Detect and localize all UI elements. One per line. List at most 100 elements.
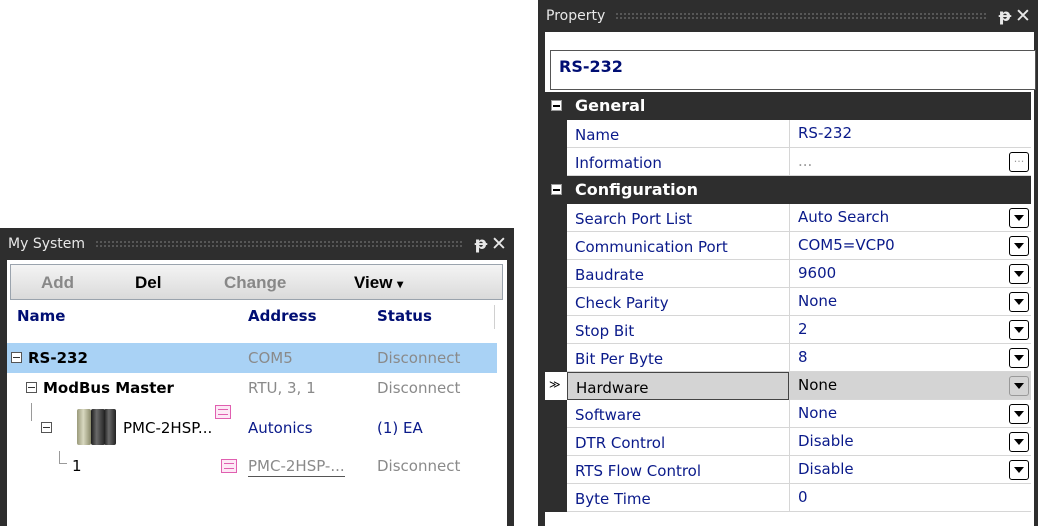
add-button[interactable]: Add — [41, 273, 74, 293]
property-value[interactable]: COM5=VCP0 — [789, 232, 1031, 260]
view-button[interactable]: View ▾ — [354, 273, 403, 293]
property-name: Communication Port — [567, 232, 789, 260]
row-margin — [545, 316, 567, 344]
property-row-byte-time[interactable]: Byte Time 0 — [545, 484, 1031, 512]
row-marker: ≫ — [545, 372, 567, 400]
device-block — [77, 409, 91, 445]
property-name: Byte Time — [567, 484, 789, 512]
collapse-icon[interactable] — [551, 184, 562, 195]
tree-row-rs232[interactable]: RS-232 COM5 Disconnect — [7, 343, 497, 373]
property-row-baudrate[interactable]: Baudrate 9600 — [545, 260, 1031, 288]
selected-object-name: RS-232 — [550, 50, 1036, 90]
tree-row-pmc-device[interactable]: PMC-2HSP... Autonics (1) EA — [7, 403, 497, 451]
property-name: Information — [567, 148, 789, 176]
dropdown-arrow-icon[interactable] — [1009, 348, 1029, 368]
property-value[interactable]: Auto Search — [789, 204, 1031, 232]
tree-item-name: PMC-2HSP... — [123, 419, 213, 437]
property-row-information[interactable]: Information ... ... — [545, 148, 1031, 176]
property-row-search-port-list[interactable]: Search Port List Auto Search — [545, 204, 1031, 232]
titlebar-grip — [615, 12, 986, 20]
tree-line — [59, 451, 60, 463]
column-separator — [494, 305, 495, 329]
pin-icon[interactable]: ᵽ — [996, 6, 1014, 26]
dropdown-arrow-icon[interactable] — [1009, 376, 1029, 396]
property-value-text: COM5=VCP0 — [798, 236, 895, 254]
property-name: Hardware — [567, 372, 789, 400]
tree-item-name: RS-232 — [28, 349, 88, 367]
ellipsis-button[interactable]: ... — [1009, 152, 1029, 172]
property-value[interactable]: None — [789, 372, 1031, 400]
dropdown-arrow-icon[interactable] — [1009, 404, 1029, 424]
row-margin — [545, 428, 567, 456]
collapse-icon[interactable] — [41, 422, 52, 433]
category-label: General — [567, 92, 1031, 120]
property-value[interactable]: None — [789, 288, 1031, 316]
row-margin — [545, 260, 567, 288]
property-value-text: 9600 — [798, 264, 837, 282]
dropdown-arrow-icon[interactable] — [1009, 320, 1029, 340]
property-name: Baudrate — [567, 260, 789, 288]
property-value[interactable]: 0 — [789, 484, 1031, 512]
dropdown-arrow-icon[interactable] — [1009, 264, 1029, 284]
property-value[interactable]: 2 — [789, 316, 1031, 344]
row-margin — [545, 176, 567, 204]
my-system-content: Add Del Change View ▾ Name Address Statu… — [7, 260, 507, 526]
collapse-icon[interactable] — [26, 382, 37, 393]
property-name: Software — [567, 400, 789, 428]
property-value[interactable]: Disable — [789, 428, 1031, 456]
property-value-text: Disable — [798, 460, 854, 478]
collapse-icon[interactable] — [11, 352, 22, 363]
category-general[interactable]: General — [545, 92, 1031, 120]
property-value[interactable]: 9600 — [789, 260, 1031, 288]
property-name: Stop Bit — [567, 316, 789, 344]
property-row-communication-port[interactable]: Communication Port COM5=VCP0 — [545, 232, 1031, 260]
device-block — [104, 409, 116, 445]
change-button[interactable]: Change — [224, 273, 286, 293]
property-value[interactable]: 8 — [789, 344, 1031, 372]
column-address[interactable]: Address — [248, 307, 317, 325]
dropdown-arrow-icon[interactable] — [1009, 460, 1029, 480]
device-icon — [77, 405, 117, 447]
dropdown-arrow-icon[interactable] — [1009, 236, 1029, 256]
property-value[interactable]: Disable — [789, 456, 1031, 484]
property-row-software[interactable]: Software None — [545, 400, 1031, 428]
tree-item-name: 1 — [72, 457, 82, 475]
property-row-rts-flow-control[interactable]: RTS Flow Control Disable — [545, 456, 1031, 484]
property-row-stop-bit[interactable]: Stop Bit 2 — [545, 316, 1031, 344]
tree-line — [31, 403, 32, 421]
tree-item-status: Disconnect — [377, 457, 461, 475]
row-margin — [545, 344, 567, 372]
dropdown-arrow-icon[interactable] — [1009, 292, 1029, 312]
property-value[interactable]: ... ... — [789, 148, 1031, 176]
property-name: DTR Control — [567, 428, 789, 456]
tree-item-address: RTU, 3, 1 — [248, 379, 316, 397]
pin-icon[interactable]: ᵽ — [472, 234, 490, 254]
close-icon[interactable]: ✕ — [490, 233, 508, 255]
row-margin — [545, 232, 567, 260]
property-panel: Property ᵽ ✕ RS-232 General Name RS-232 … — [538, 0, 1038, 526]
my-system-titlebar[interactable]: My System ᵽ ✕ — [0, 228, 514, 260]
row-margin — [545, 288, 567, 316]
property-row-check-parity[interactable]: Check Parity None — [545, 288, 1031, 316]
collapse-icon[interactable] — [551, 100, 562, 111]
tree-row-axis-1[interactable]: 1 PMC-2HSP-... Disconnect — [7, 451, 497, 481]
del-button[interactable]: Del — [135, 273, 161, 293]
column-name[interactable]: Name — [17, 307, 65, 325]
close-icon[interactable]: ✕ — [1014, 5, 1032, 27]
property-row-bit-per-byte[interactable]: Bit Per Byte 8 — [545, 344, 1031, 372]
column-status[interactable]: Status — [377, 307, 432, 325]
category-configuration[interactable]: Configuration — [545, 176, 1031, 204]
dropdown-arrow-icon[interactable] — [1009, 208, 1029, 228]
property-row-hardware[interactable]: ≫ Hardware None — [545, 372, 1031, 400]
property-row-dtr-control[interactable]: DTR Control Disable — [545, 428, 1031, 456]
tree-row-modbus-master[interactable]: ModBus Master RTU, 3, 1 Disconnect — [7, 373, 497, 403]
property-row-name[interactable]: Name RS-232 — [545, 120, 1031, 148]
property-titlebar[interactable]: Property ᵽ ✕ — [538, 0, 1038, 32]
property-value[interactable]: None — [789, 400, 1031, 428]
property-value[interactable]: RS-232 — [789, 120, 1031, 148]
property-value-text: Disable — [798, 432, 854, 450]
row-margin — [545, 148, 567, 176]
dropdown-arrow-icon[interactable] — [1009, 432, 1029, 452]
property-name: Bit Per Byte — [567, 344, 789, 372]
tree-header: Name Address Status — [7, 305, 504, 329]
